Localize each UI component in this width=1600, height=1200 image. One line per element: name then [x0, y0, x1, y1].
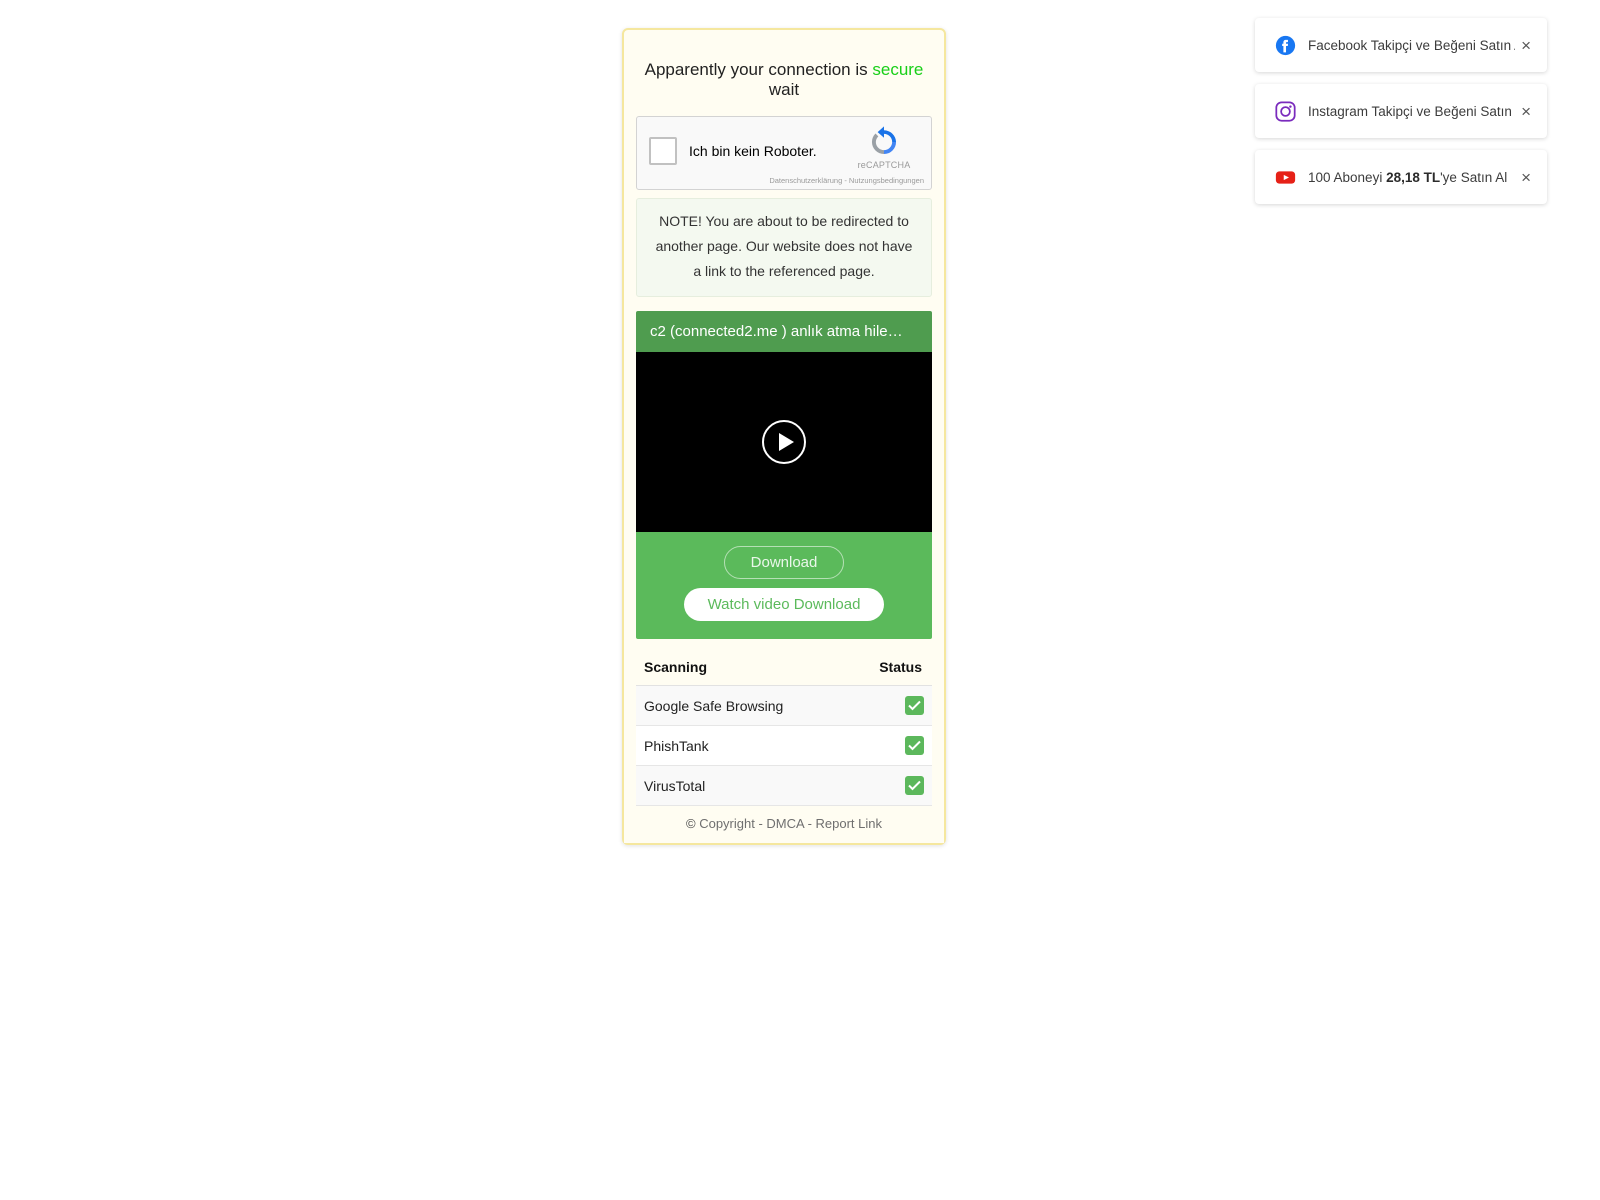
- video-actions: Download Watch video Download: [636, 532, 932, 639]
- green-check-icon: [905, 696, 924, 715]
- recaptcha-label: Ich bin kein Roboter.: [689, 143, 817, 159]
- facebook-icon: [1275, 35, 1296, 55]
- notification-youtube[interactable]: 100 Aboneyi 28,18 TL'ye Satın Al ×: [1255, 150, 1547, 204]
- video-title: c2 (connected2.me ) anlık atma hile…: [636, 311, 932, 352]
- page-title: Apparently your connection is secure wai…: [642, 60, 926, 100]
- recaptcha-checkbox[interactable]: [649, 137, 677, 165]
- download-button[interactable]: Download: [723, 546, 845, 579]
- table-row: Google Safe Browsing: [636, 685, 932, 726]
- headline-suffix: wait: [768, 80, 800, 99]
- watch-video-download-button[interactable]: Watch video Download: [683, 588, 885, 621]
- close-icon[interactable]: ×: [1515, 37, 1537, 54]
- card-body: Apparently your connection is secure wai…: [624, 30, 944, 806]
- youtube-icon: [1275, 170, 1296, 184]
- video-stage[interactable]: [636, 352, 932, 532]
- notification-text-before: 100 Aboneyi: [1308, 169, 1387, 185]
- recaptcha-brand-name: reCAPTCHA: [857, 160, 911, 170]
- notification-facebook[interactable]: Facebook Takipçi ve Beğeni Satın Al ×: [1255, 18, 1547, 72]
- recaptcha-logo-icon: [871, 126, 897, 155]
- headline-prefix: Apparently your connection is: [644, 60, 873, 79]
- copyright-symbol: ©: [686, 816, 696, 831]
- column-header-status: Status: [848, 649, 932, 686]
- close-icon[interactable]: ×: [1515, 169, 1537, 186]
- play-circle-icon[interactable]: [761, 419, 807, 465]
- notification-price: 28,18 TL: [1386, 169, 1441, 185]
- notification-text-after: 'ye Satın Al: [1440, 169, 1508, 185]
- scan-name-google-safe-browsing: Google Safe Browsing: [636, 685, 849, 726]
- instagram-icon: [1275, 100, 1296, 122]
- footer: © Copyright - DMCA - Report Link: [624, 806, 944, 843]
- green-check-icon: [905, 776, 924, 795]
- column-header-scanning: Scanning: [636, 649, 849, 686]
- video-widget: c2 (connected2.me ) anlık atma hile… Dow…: [636, 311, 932, 639]
- recaptcha-terms[interactable]: Datenschutzerklärung - Nutzungsbedingung…: [769, 176, 924, 185]
- redirect-note: NOTE! You are about to be redirected to …: [636, 198, 932, 297]
- scan-status-cell: [848, 685, 932, 726]
- table-row: VirusTotal: [636, 765, 932, 806]
- footer-links[interactable]: Copyright - DMCA - Report Link: [696, 816, 882, 831]
- notification-text: Facebook Takipçi ve Beğeni Satın Al: [1308, 37, 1516, 53]
- scanning-status-table: Scanning Status Google Safe Browsing Phi…: [636, 649, 932, 806]
- table-header-row: Scanning Status: [636, 649, 932, 686]
- table-row: PhishTank: [636, 725, 932, 766]
- scan-status-cell: [848, 725, 932, 766]
- recaptcha-branding: reCAPTCHA: [845, 125, 923, 170]
- notification-instagram[interactable]: Instagram Takipçi ve Beğeni Satın Al ×: [1255, 84, 1547, 138]
- close-icon[interactable]: ×: [1515, 103, 1537, 120]
- notification-stack: Facebook Takipçi ve Beğeni Satın Al × In…: [1255, 18, 1547, 216]
- main-redirect-card: Apparently your connection is secure wai…: [622, 28, 946, 845]
- scan-status-cell: [848, 765, 932, 806]
- notification-text: 100 Aboneyi 28,18 TL'ye Satın Al: [1308, 170, 1515, 185]
- page-root: Apparently your connection is secure wai…: [0, 0, 1600, 1200]
- notification-text: Instagram Takipçi ve Beğeni Satın Al: [1308, 103, 1516, 119]
- recaptcha-widget[interactable]: Ich bin kein Roboter. reCAPTCHA Datensch…: [636, 116, 932, 190]
- green-check-icon: [905, 736, 924, 755]
- scan-name-virustotal: VirusTotal: [636, 765, 849, 806]
- headline-secure-word: secure: [872, 60, 924, 79]
- scan-name-phishtank: PhishTank: [636, 725, 849, 766]
